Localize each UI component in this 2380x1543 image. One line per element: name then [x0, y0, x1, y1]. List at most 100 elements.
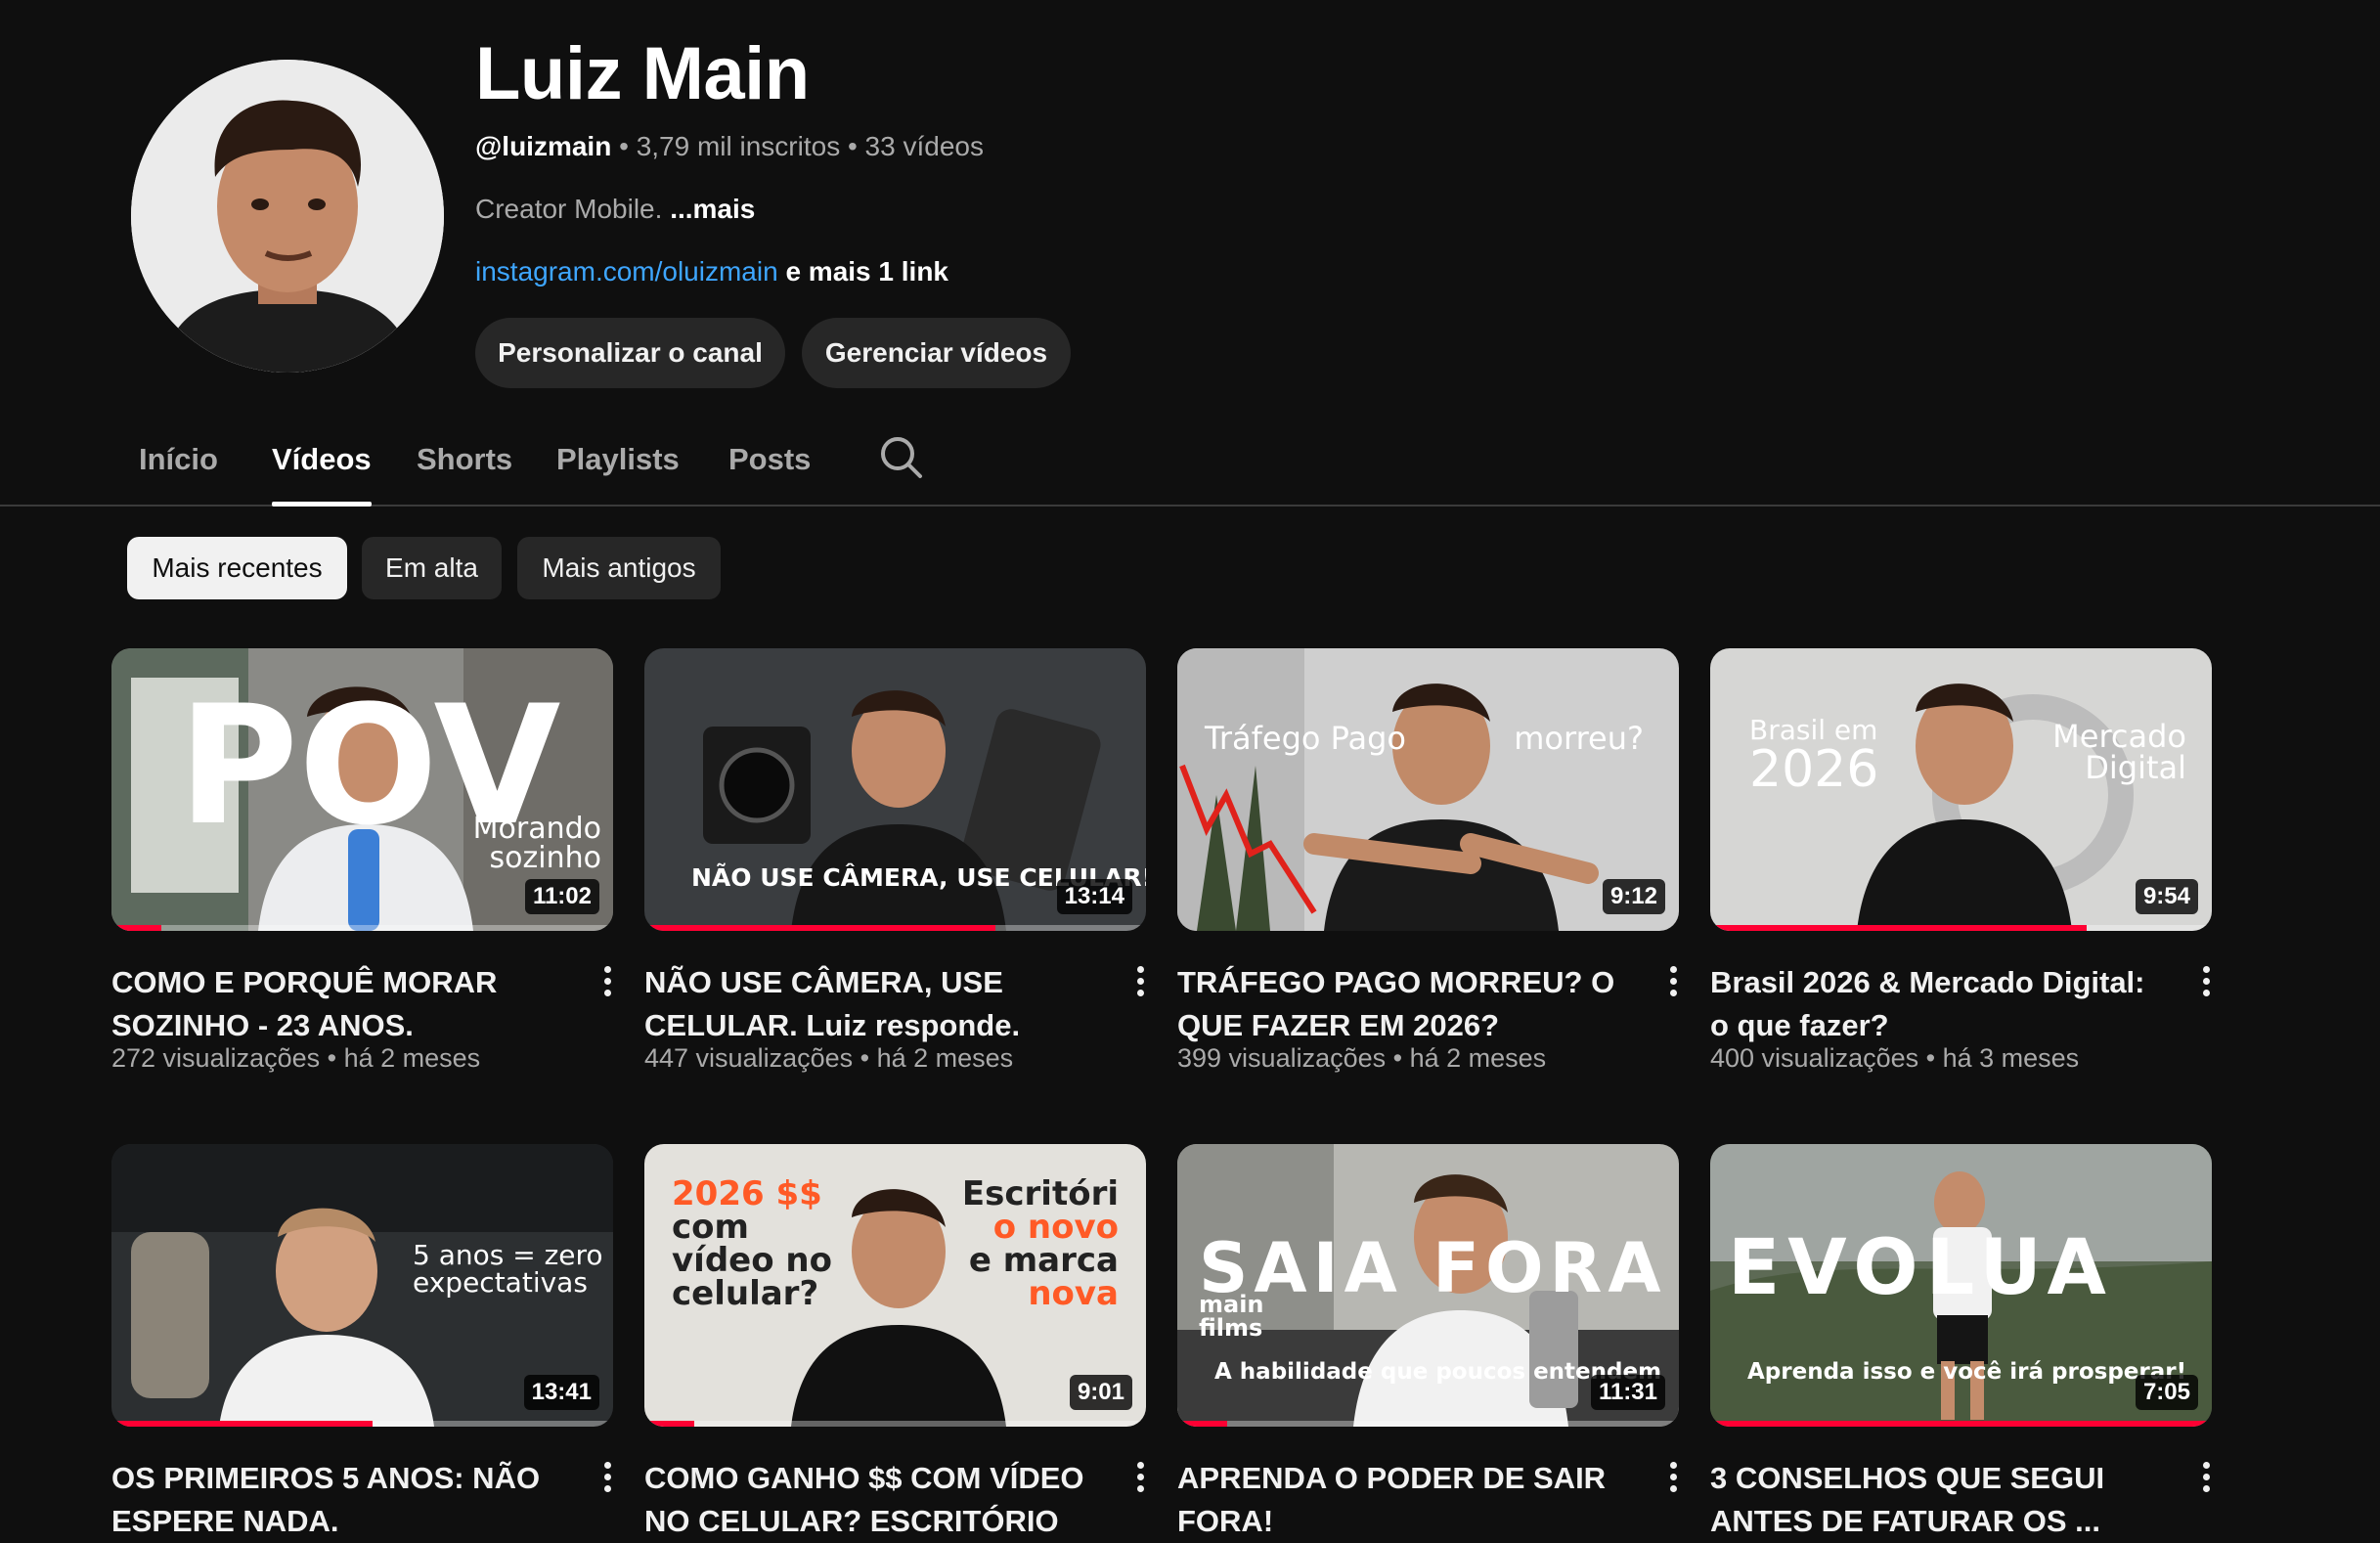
- channel-stats: @luizmain • 3,79 mil inscritos • 33 víde…: [475, 131, 984, 162]
- overlay-line: Morando: [472, 812, 601, 846]
- progress-track: [111, 925, 613, 931]
- overlay-line: nova: [1028, 1274, 1119, 1313]
- video-card: POV Morando sozinho 11:02 COMO E PORQUÊ M…: [111, 648, 613, 1073]
- video-meta: 272 visualizações • há 2 meses: [111, 1043, 481, 1073]
- more-options-icon[interactable]: [2189, 961, 2223, 1004]
- manage-videos-button[interactable]: Gerenciar vídeos: [802, 318, 1071, 388]
- watch-progress: [1710, 925, 2087, 931]
- more-options-icon[interactable]: [591, 1457, 624, 1500]
- video-duration: 13:41: [523, 1375, 599, 1410]
- overlay-line: 5 anos = zero: [413, 1239, 603, 1271]
- tab-videos[interactable]: Vídeos: [272, 430, 372, 507]
- video-duration: 9:01: [1069, 1375, 1132, 1410]
- overlay-line: vídeo no: [672, 1241, 832, 1280]
- video-thumbnail[interactable]: NÃO USE CÂMERA, USE CELULAR! 13:14: [644, 648, 1146, 931]
- more-options-icon[interactable]: [1656, 961, 1690, 1004]
- video-thumbnail[interactable]: 5 anos = zero expectativas 13:41: [111, 1144, 613, 1427]
- thumbnail-overlay-text: Escritóri o novo e marca nova: [962, 1177, 1119, 1310]
- progress-track: [644, 1421, 1146, 1427]
- more-options-icon[interactable]: [1124, 961, 1157, 1004]
- channel-handle: @luizmain: [475, 131, 612, 161]
- tab-playlists[interactable]: Playlists: [556, 430, 680, 505]
- more-options-icon[interactable]: [1656, 1457, 1690, 1500]
- brand-logo-text: main films: [1199, 1293, 1264, 1340]
- video-duration: 9:12: [1602, 879, 1665, 914]
- video-duration: 11:31: [1590, 1375, 1665, 1410]
- overlay-line: celular?: [672, 1274, 819, 1313]
- overlay-line: 2026: [1749, 740, 1879, 799]
- thumbnail-overlay-text: Mercado Digital: [2052, 721, 2186, 783]
- tab-inicio[interactable]: Início: [139, 430, 218, 505]
- video-title[interactable]: APRENDA O PODER DE SAIR FORA!: [1177, 1457, 1617, 1543]
- more-options-icon[interactable]: [1124, 1457, 1157, 1500]
- video-title[interactable]: COMO GANHO $$ COM VÍDEO NO CELULAR? ESCR…: [644, 1457, 1084, 1543]
- video-title[interactable]: COMO E PORQUÊ MORAR SOZINHO - 23 ANOS.: [111, 961, 551, 1047]
- video-duration: 11:02: [524, 879, 599, 914]
- watch-progress: [644, 925, 996, 931]
- overlay-line: 2026 $$: [672, 1174, 822, 1213]
- video-thumbnail[interactable]: Brasil em 2026 Mercado Digital 9:54: [1710, 648, 2212, 931]
- overlay-line: films: [1199, 1314, 1263, 1342]
- thumbnail-overlay-text: morreu?: [1514, 720, 1644, 757]
- watch-progress: [644, 1421, 695, 1427]
- overlay-line: com: [672, 1208, 749, 1247]
- video-meta: 400 visualizações • há 3 meses: [1710, 1043, 2080, 1073]
- channel-description: Creator Mobile. ...mais: [475, 194, 755, 225]
- more-button[interactable]: ...mais: [670, 194, 755, 224]
- video-duration: 13:14: [1056, 879, 1132, 914]
- video-card: SAIA FORA main films A habilidade que pou…: [1177, 1144, 1679, 1538]
- video-thumbnail[interactable]: EVOLUA Aprenda isso e você irá prosperar…: [1710, 1144, 2212, 1427]
- thumbnail-overlay-text: SAIA FORA: [1199, 1228, 1667, 1308]
- channel-name: Luiz Main: [475, 32, 810, 115]
- overlay-line: expectativas: [413, 1266, 588, 1299]
- thumbnail-overlay-text: Aprenda isso e você irá prosperar!: [1747, 1359, 2187, 1385]
- description-text: Creator Mobile.: [475, 194, 671, 224]
- instagram-link[interactable]: instagram.com/oluizmain: [475, 256, 778, 287]
- channel-counts: • 3,79 mil inscritos • 33 vídeos: [611, 131, 984, 161]
- channel-tabs: Início Vídeos Shorts Playlists Posts: [0, 430, 2380, 507]
- video-card: 2026 $$ com vídeo no celular? Escritóri o no…: [644, 1144, 1146, 1538]
- more-links[interactable]: e mais 1 link: [778, 256, 948, 287]
- video-title[interactable]: TRÁFEGO PAGO MORREU? O QUE FAZER EM 2026…: [1177, 961, 1617, 1047]
- progress-track: [1177, 1421, 1679, 1427]
- overlay-line: main: [1199, 1291, 1264, 1318]
- channel-links: instagram.com/oluizmain e mais 1 link: [475, 256, 948, 287]
- filter-mais-recentes[interactable]: Mais recentes: [127, 537, 347, 599]
- video-thumbnail[interactable]: 2026 $$ com vídeo no celular? Escritóri o no…: [644, 1144, 1146, 1427]
- more-options-icon[interactable]: [591, 961, 624, 1004]
- video-title[interactable]: 3 CONSELHOS QUE SEGUI ANTES DE FATURAR O…: [1710, 1457, 2150, 1543]
- tab-posts[interactable]: Posts: [728, 430, 811, 505]
- video-meta: 447 visualizações • há 2 meses: [644, 1043, 1014, 1073]
- customize-channel-button[interactable]: Personalizar o canal: [475, 318, 785, 388]
- thumbnail-overlay-text: 5 anos = zero expectativas: [413, 1242, 603, 1297]
- video-card: Tráfego Pago morreu? 9:12 TRÁFEGO PAGO M…: [1177, 648, 1679, 1073]
- thumbnail-overlay-text: EVOLUA: [1728, 1224, 2114, 1312]
- overlay-line: sozinho: [489, 841, 601, 875]
- overlay-line: o novo: [992, 1208, 1119, 1247]
- watch-progress: [111, 925, 162, 931]
- overlay-line: Escritóri: [961, 1174, 1119, 1213]
- channel-avatar[interactable]: [131, 60, 444, 373]
- filter-mais-antigos[interactable]: Mais antigos: [517, 537, 721, 599]
- thumbnail-overlay-text: 2026 $$ com vídeo no celular?: [672, 1177, 832, 1310]
- video-title[interactable]: NÃO USE CÂMERA, USE CELULAR. Luiz respon…: [644, 961, 1084, 1047]
- tab-shorts[interactable]: Shorts: [417, 430, 512, 505]
- video-card: Brasil em 2026 Mercado Digital 9:54 Brasil…: [1710, 648, 2212, 1073]
- overlay-line: Digital: [2085, 749, 2186, 786]
- video-meta: 399 visualizações • há 2 meses: [1177, 1043, 1547, 1073]
- video-duration: 7:05: [2135, 1375, 2198, 1410]
- video-thumbnail[interactable]: POV Morando sozinho 11:02: [111, 648, 613, 931]
- video-card: 5 anos = zero expectativas 13:41 OS PRIME…: [111, 1144, 613, 1538]
- video-thumbnail[interactable]: Tráfego Pago morreu? 9:12: [1177, 648, 1679, 931]
- filter-em-alta[interactable]: Em alta: [362, 537, 502, 599]
- thumbnail-overlay-text: Morando sozinho: [473, 815, 601, 873]
- overlay-line: Mercado: [2052, 718, 2186, 755]
- watch-progress: [1177, 1421, 1228, 1427]
- more-options-icon[interactable]: [2189, 1457, 2223, 1500]
- video-title[interactable]: OS PRIMEIROS 5 ANOS: NÃO ESPERE NADA.: [111, 1457, 551, 1543]
- search-icon[interactable]: [878, 434, 925, 481]
- video-thumbnail[interactable]: SAIA FORA main films A habilidade que pou…: [1177, 1144, 1679, 1427]
- video-card: NÃO USE CÂMERA, USE CELULAR! 13:14 NÃO U…: [644, 648, 1146, 1073]
- video-title[interactable]: Brasil 2026 & Mercado Digital: o que faz…: [1710, 961, 2150, 1047]
- watch-progress: [1710, 1421, 2212, 1427]
